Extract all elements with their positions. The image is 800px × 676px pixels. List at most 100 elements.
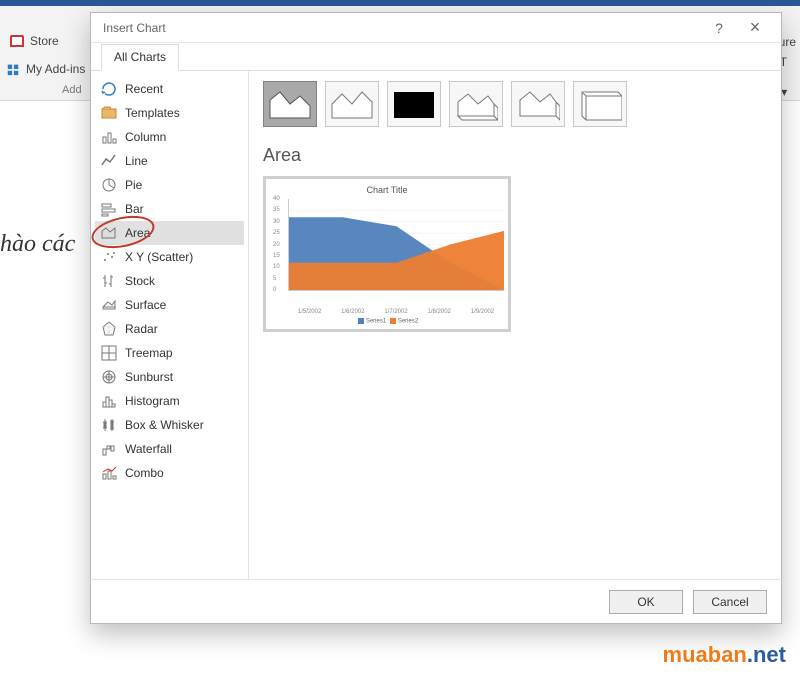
dialog-footer: OK Cancel <box>91 579 781 623</box>
subtype-area[interactable] <box>263 81 317 127</box>
xticks: 1/5/2002 1/6/2002 1/7/2002 1/8/2002 1/9/… <box>270 309 504 315</box>
xtick: 1/5/2002 <box>288 309 331 315</box>
ytick: 40 <box>273 196 280 202</box>
surface-icon <box>101 297 117 313</box>
ytick: 15 <box>273 253 280 259</box>
type-item-stock[interactable]: Stock <box>95 269 244 293</box>
type-item-waterfall[interactable]: Waterfall <box>95 437 244 461</box>
ribbon-group-label: Add <box>62 84 82 96</box>
stock-icon <box>101 273 117 289</box>
type-label: X Y (Scatter) <box>125 250 193 264</box>
type-label: Treemap <box>125 346 173 360</box>
type-item-bar[interactable]: Bar <box>95 197 244 221</box>
line-icon <box>101 153 117 169</box>
ytick: 30 <box>273 219 280 225</box>
type-item-recent[interactable]: Recent <box>95 77 244 101</box>
ytick: 25 <box>273 230 280 236</box>
store-button[interactable]: Store <box>10 34 59 48</box>
ytick: 5 <box>273 276 276 282</box>
watermark-b: .net <box>747 642 786 667</box>
legend-label-2: Series2 <box>398 319 418 325</box>
insert-chart-dialog: Insert Chart ? × All Charts Recent Templ… <box>90 12 782 624</box>
treemap-icon <box>101 345 117 361</box>
subtype-3d-stacked-area[interactable] <box>511 81 565 127</box>
type-item-scatter[interactable]: X Y (Scatter) <box>95 245 244 269</box>
type-label: Stock <box>125 274 155 288</box>
document-text: hào các <box>0 231 75 258</box>
type-label: Recent <box>125 82 163 96</box>
type-item-templates[interactable]: Templates <box>95 101 244 125</box>
type-label: Surface <box>125 298 166 312</box>
column-icon <box>101 129 117 145</box>
subtype-100pct-stacked-area[interactable] <box>387 81 441 127</box>
bar-icon <box>101 201 117 217</box>
type-item-column[interactable]: Column <box>95 125 244 149</box>
subtype-row <box>263 81 767 127</box>
scatter-icon <box>101 249 117 265</box>
type-label: Box & Whisker <box>125 418 204 432</box>
type-item-area[interactable]: Area <box>95 221 244 245</box>
xtick: 1/8/2002 <box>418 309 461 315</box>
type-label: Templates <box>125 106 180 120</box>
type-item-boxwhisker[interactable]: Box & Whisker <box>95 413 244 437</box>
type-label: Line <box>125 154 148 168</box>
templates-icon <box>101 105 117 121</box>
subtype-3d-area[interactable] <box>449 81 503 127</box>
subtype-heading: Area <box>263 145 767 166</box>
boxwhisker-icon <box>101 417 117 433</box>
legend-swatch-2 <box>390 318 396 324</box>
chart-type-list: Recent Templates Column Line Pie Bar <box>91 71 249 579</box>
preview-title: Chart Title <box>270 185 504 195</box>
waterfall-icon <box>101 441 117 457</box>
store-icon <box>10 35 24 47</box>
dialog-help-button[interactable]: ? <box>701 14 737 42</box>
preview-svg <box>289 199 504 290</box>
type-item-surface[interactable]: Surface <box>95 293 244 317</box>
ytick: 10 <box>273 264 280 270</box>
addins-icon <box>6 62 20 76</box>
area-icon <box>101 225 117 241</box>
type-item-histogram[interactable]: Histogram <box>95 389 244 413</box>
xtick: 1/7/2002 <box>374 309 417 315</box>
type-label: Combo <box>125 466 164 480</box>
chart-preview[interactable]: Chart Title 40 35 30 25 20 15 10 5 0 <box>263 176 511 332</box>
subtype-3d-100pct-stacked-area[interactable] <box>573 81 627 127</box>
watermark: muaban.net <box>663 642 786 668</box>
cancel-button[interactable]: Cancel <box>693 590 767 614</box>
combo-icon <box>101 465 117 481</box>
dialog-close-button[interactable]: × <box>737 14 773 42</box>
ytick: 35 <box>273 207 280 213</box>
type-label: Waterfall <box>125 442 172 456</box>
type-label: Pie <box>125 178 142 192</box>
type-label: Sunburst <box>125 370 173 384</box>
pie-icon <box>101 177 117 193</box>
type-label: Column <box>125 130 166 144</box>
legend-label-1: Series1 <box>366 319 386 325</box>
preview-legend: Series1 Series2 <box>270 318 504 325</box>
type-item-radar[interactable]: Radar <box>95 317 244 341</box>
type-item-line[interactable]: Line <box>95 149 244 173</box>
subtype-stacked-area[interactable] <box>325 81 379 127</box>
radar-icon <box>101 321 117 337</box>
type-item-treemap[interactable]: Treemap <box>95 341 244 365</box>
type-label: Area <box>125 226 150 240</box>
my-addins-button[interactable]: My Add-ins <box>6 62 85 76</box>
ok-button[interactable]: OK <box>609 590 683 614</box>
recent-icon <box>101 81 117 97</box>
watermark-a: muaban <box>663 642 747 667</box>
type-item-sunburst[interactable]: Sunburst <box>95 365 244 389</box>
dialog-title-bar: Insert Chart ? × <box>91 13 781 43</box>
xtick: 1/6/2002 <box>331 309 374 315</box>
type-label: Bar <box>125 202 144 216</box>
legend-swatch-1 <box>358 318 364 324</box>
tab-all-charts[interactable]: All Charts <box>101 44 179 71</box>
dialog-tabstrip: All Charts <box>91 43 781 71</box>
chart-subtype-panel: Area Chart Title 40 35 30 25 20 15 10 5 … <box>249 71 781 579</box>
type-item-combo[interactable]: Combo <box>95 461 244 485</box>
type-item-pie[interactable]: Pie <box>95 173 244 197</box>
xtick: 1/9/2002 <box>461 309 504 315</box>
type-label: Radar <box>125 322 158 336</box>
dialog-title: Insert Chart <box>103 21 166 35</box>
ytick: 0 <box>273 287 276 293</box>
store-label: Store <box>30 34 59 48</box>
